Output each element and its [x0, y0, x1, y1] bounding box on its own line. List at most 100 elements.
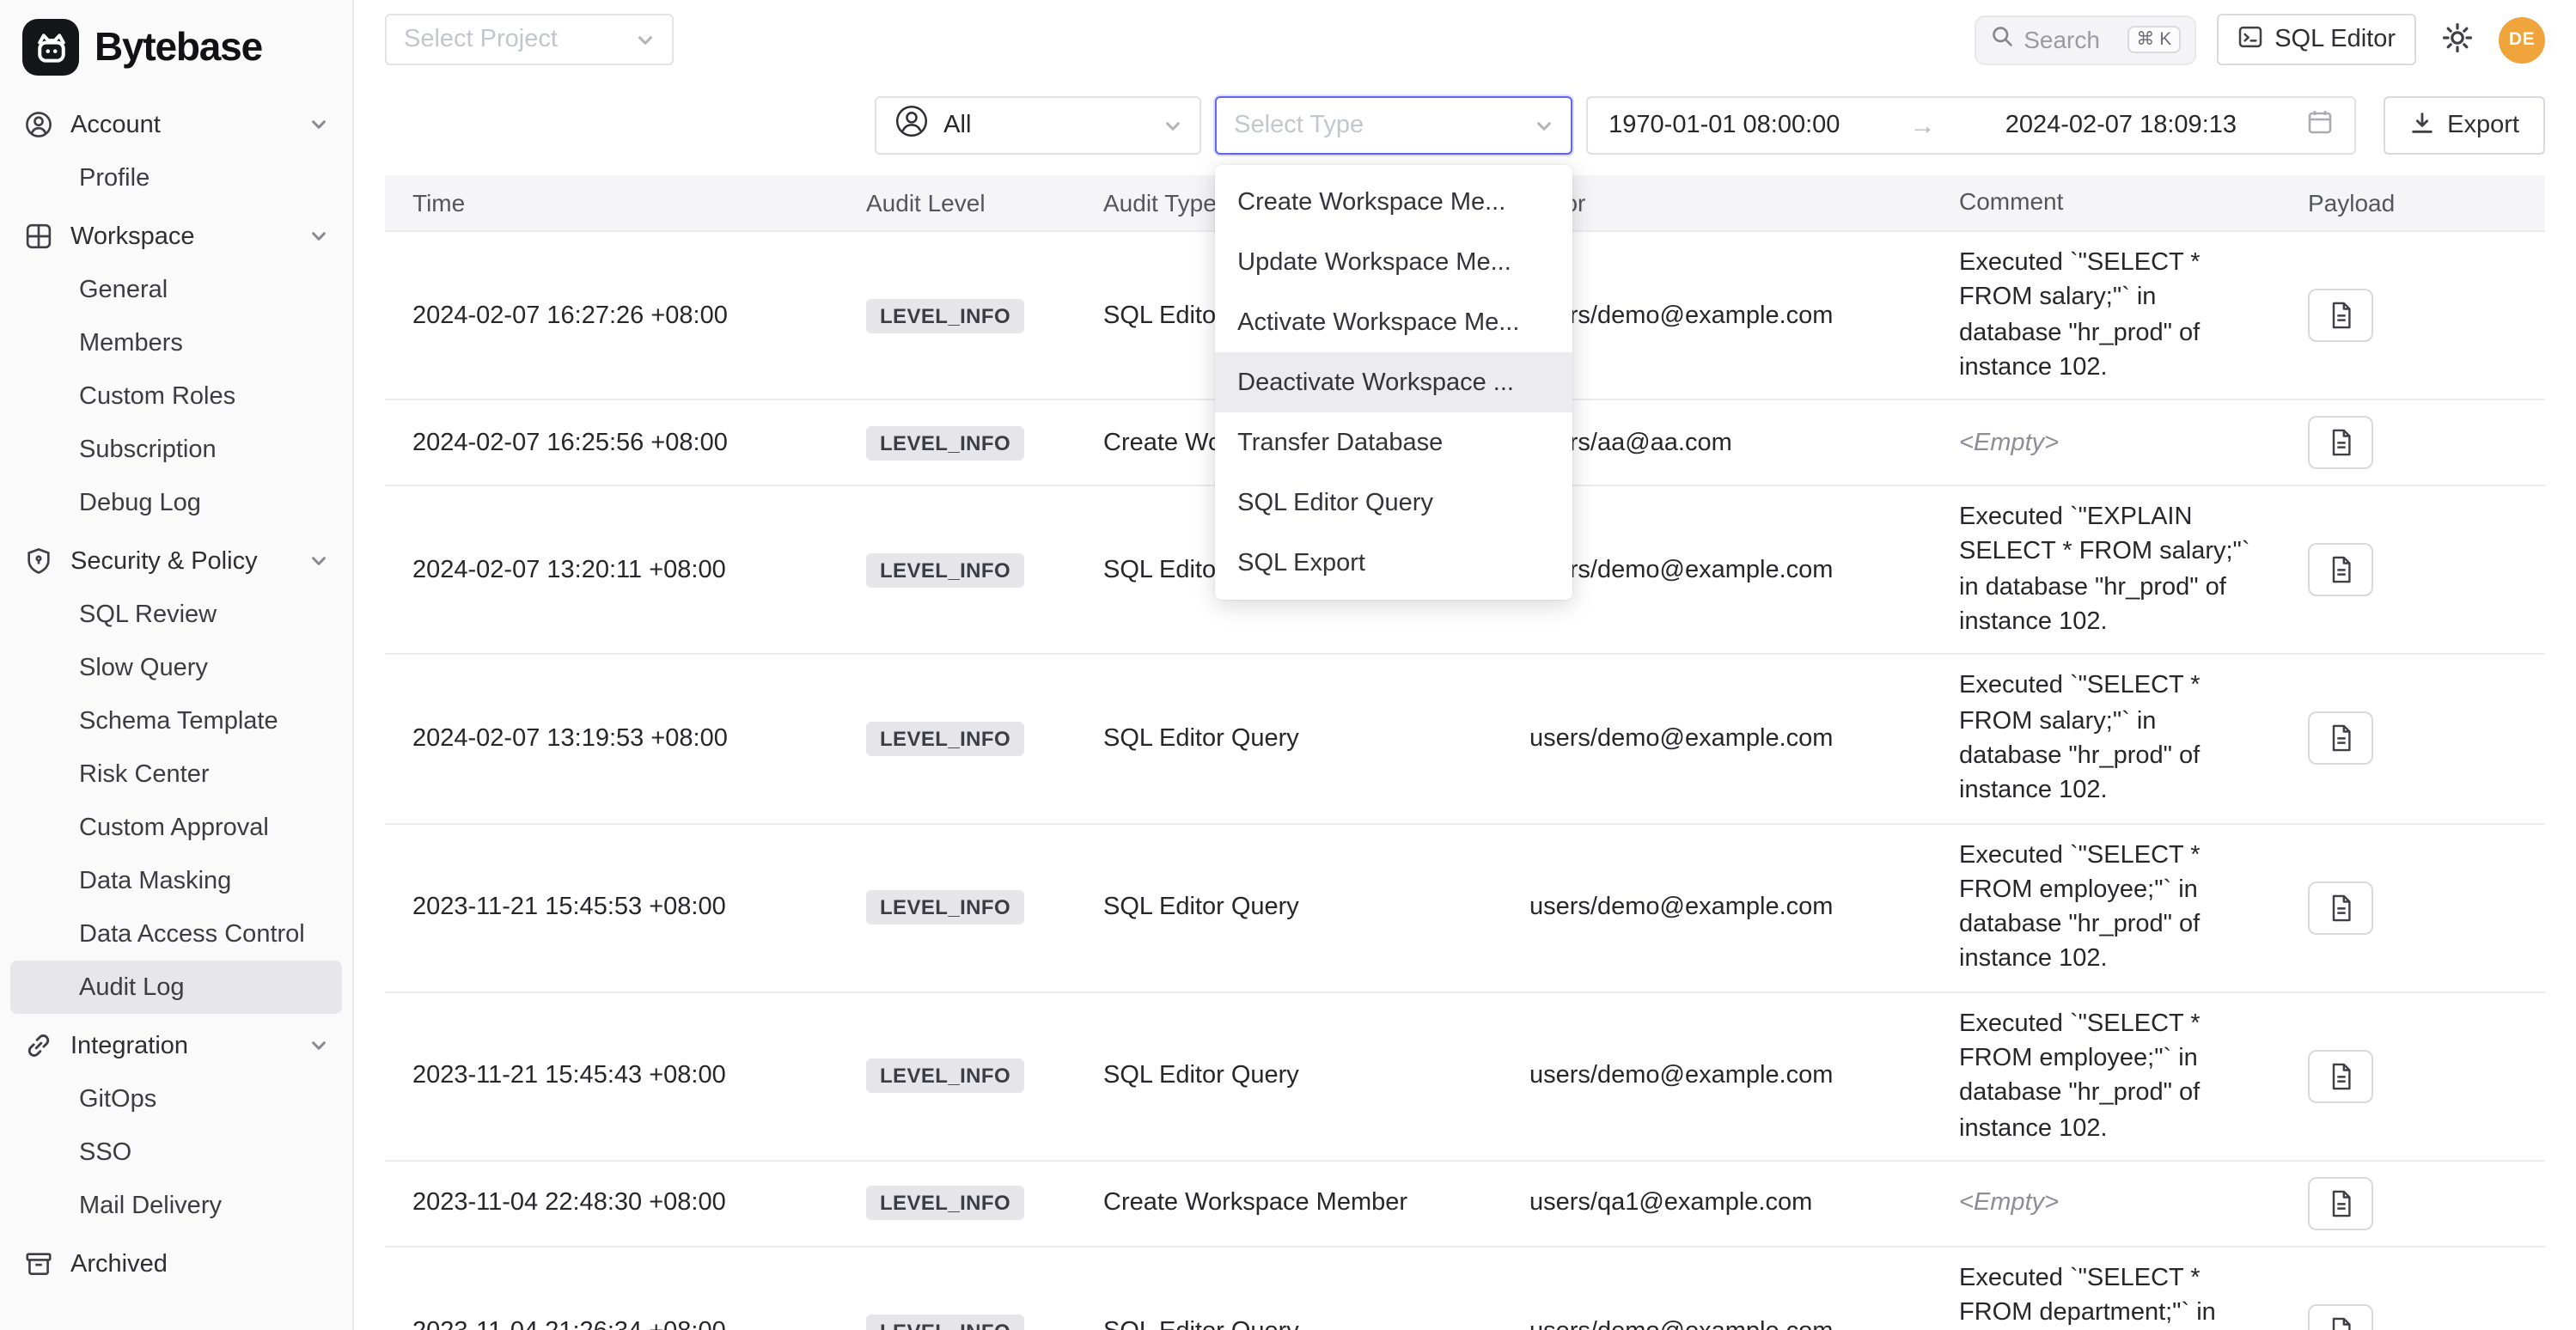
sidebar-item-sso[interactable]: SSO [10, 1126, 342, 1179]
cell-comment: <Empty> [1959, 425, 2277, 461]
sidebar-section-workspace[interactable]: Workspace [10, 210, 342, 263]
sidebar-section-security-policy[interactable]: Security & Policy [10, 534, 342, 588]
export-button[interactable]: Export [2384, 96, 2545, 155]
sidebar-section-account[interactable]: Account [10, 98, 342, 151]
cell-audit-level: LEVEL_INFO [866, 425, 1103, 460]
sidebar-item-risk-center[interactable]: Risk Center [10, 747, 342, 801]
cell-actor: users/aa@aa.com [1529, 429, 1959, 456]
sidebar-section-archived[interactable]: Archived [10, 1237, 342, 1290]
menu-item[interactable]: Create Workspace Me... [1215, 172, 1572, 232]
chevron-down-icon [309, 552, 328, 570]
calendar-icon [2306, 107, 2334, 143]
column-header-actor: Actor [1529, 189, 1959, 217]
cell-audit-level: LEVEL_INFO [866, 1314, 1103, 1330]
type-filter-select[interactable]: Select Type Create Workspace Me... Updat… [1215, 96, 1572, 155]
document-icon [2328, 428, 2353, 457]
level-badge: LEVEL_INFO [866, 298, 1024, 332]
app: Bytebase Account Profile Workspa [0, 0, 2576, 1330]
sidebar-section-integration[interactable]: Integration [10, 1019, 342, 1072]
cell-time: 2023-11-04 21:26:34 +08:00 [385, 1317, 866, 1330]
download-icon [2409, 109, 2435, 142]
sql-editor-button[interactable]: SQL Editor [2216, 14, 2416, 65]
cell-comment: <Empty> [1959, 1187, 2277, 1222]
cell-audit-level: LEVEL_INFO [866, 1059, 1103, 1094]
settings-button[interactable] [2437, 16, 2478, 63]
level-badge: LEVEL_INFO [866, 553, 1024, 588]
date-range-picker[interactable]: 1970-01-01 08:00:00 → 2024-02-07 18:09:1… [1586, 96, 2356, 155]
chevron-down-icon [309, 227, 328, 246]
level-badge: LEVEL_INFO [866, 1314, 1024, 1330]
menu-item[interactable]: SQL Editor Query [1215, 473, 1572, 533]
brand-name: Bytebase [95, 24, 262, 70]
cell-payload [2277, 416, 2528, 469]
cell-actor: users/demo@example.com [1529, 725, 1959, 753]
cell-payload [2277, 1050, 2528, 1103]
type-filter-dropdown: Create Workspace Me... Update Workspace … [1215, 165, 1572, 600]
sidebar-item-data-masking[interactable]: Data Masking [10, 854, 342, 907]
view-payload-button[interactable] [2308, 1050, 2373, 1103]
user-icon [24, 110, 53, 139]
sidebar-item-general[interactable]: General [10, 263, 342, 316]
menu-item[interactable]: SQL Export [1215, 533, 1572, 593]
level-badge: LEVEL_INFO [866, 890, 1024, 924]
cell-payload [2277, 544, 2528, 597]
level-badge: LEVEL_INFO [866, 722, 1024, 756]
sidebar-item-gitops[interactable]: GitOps [10, 1072, 342, 1126]
sidebar-item-data-access-control[interactable]: Data Access Control [10, 907, 342, 961]
shield-icon [24, 546, 53, 576]
table-row: 2023-11-21 15:45:53 +08:00 LEVEL_INFO SQ… [385, 824, 2545, 992]
cell-audit-level: LEVEL_INFO [866, 298, 1103, 332]
chevron-down-icon [636, 30, 655, 49]
date-to-value: 2024-02-07 18:09:13 [2005, 112, 2237, 139]
view-payload-button[interactable] [2308, 289, 2373, 342]
view-payload-button[interactable] [2308, 544, 2373, 597]
actor-filter-select[interactable]: All [875, 96, 1201, 155]
cell-payload [2277, 881, 2528, 934]
search-placeholder: Search [2024, 26, 2100, 53]
sidebar-item-members[interactable]: Members [10, 316, 342, 369]
sidebar-item-profile[interactable]: Profile [10, 151, 342, 204]
cell-time: 2023-11-04 22:48:30 +08:00 [385, 1190, 866, 1217]
brand-logo[interactable]: Bytebase [0, 10, 352, 93]
user-avatar[interactable]: DE [2499, 16, 2545, 63]
section-label: Integration [70, 1032, 188, 1059]
view-payload-button[interactable] [2308, 1304, 2373, 1330]
view-payload-button[interactable] [2308, 416, 2373, 469]
sidebar: Bytebase Account Profile Workspa [0, 0, 354, 1330]
actor-filter-value: All [943, 112, 971, 139]
view-payload-button[interactable] [2308, 1177, 2373, 1230]
sidebar-item-schema-template[interactable]: Schema Template [10, 694, 342, 747]
sidebar-item-audit-log[interactable]: Audit Log [10, 961, 342, 1014]
menu-item[interactable]: Update Workspace Me... [1215, 232, 1572, 292]
cell-payload [2277, 1177, 2528, 1230]
document-icon [2328, 1189, 2353, 1218]
sidebar-item-custom-approval[interactable]: Custom Approval [10, 801, 342, 854]
document-icon [2328, 1316, 2353, 1330]
cell-comment: Executed `"SELECT * FROM employee;"` in … [1959, 838, 2277, 977]
sidebar-item-debug-log[interactable]: Debug Log [10, 476, 342, 529]
table-row: 2023-11-21 15:45:43 +08:00 LEVEL_INFO SQ… [385, 993, 2545, 1162]
main-area: Select Project Search ⌘ K [354, 0, 2576, 1330]
link-icon [24, 1031, 53, 1060]
view-payload-button[interactable] [2308, 712, 2373, 766]
project-select-placeholder: Select Project [404, 26, 558, 53]
menu-item-highlighted[interactable]: Deactivate Workspace ... [1215, 352, 1572, 412]
sidebar-item-subscription[interactable]: Subscription [10, 423, 342, 476]
cell-time: 2023-11-21 15:45:43 +08:00 [385, 1063, 866, 1090]
sidebar-item-sql-review[interactable]: SQL Review [10, 588, 342, 641]
search-input[interactable]: Search ⌘ K [1974, 15, 2195, 64]
sidebar-item-custom-roles[interactable]: Custom Roles [10, 369, 342, 423]
cell-time: 2024-02-07 13:20:11 +08:00 [385, 557, 866, 584]
menu-item[interactable]: Activate Workspace Me... [1215, 292, 1572, 352]
document-icon [2328, 1062, 2353, 1091]
chevron-down-icon [1163, 116, 1182, 135]
project-select[interactable]: Select Project [385, 14, 674, 65]
sidebar-item-slow-query[interactable]: Slow Query [10, 641, 342, 694]
cell-audit-level: LEVEL_INFO [866, 553, 1103, 588]
cell-actor: users/qa1@example.com [1529, 1190, 1959, 1217]
menu-item[interactable]: Transfer Database [1215, 412, 1572, 473]
cell-payload [2277, 1304, 2528, 1330]
sidebar-item-mail-delivery[interactable]: Mail Delivery [10, 1179, 342, 1232]
cell-time: 2023-11-21 15:45:53 +08:00 [385, 894, 866, 921]
view-payload-button[interactable] [2308, 881, 2373, 934]
